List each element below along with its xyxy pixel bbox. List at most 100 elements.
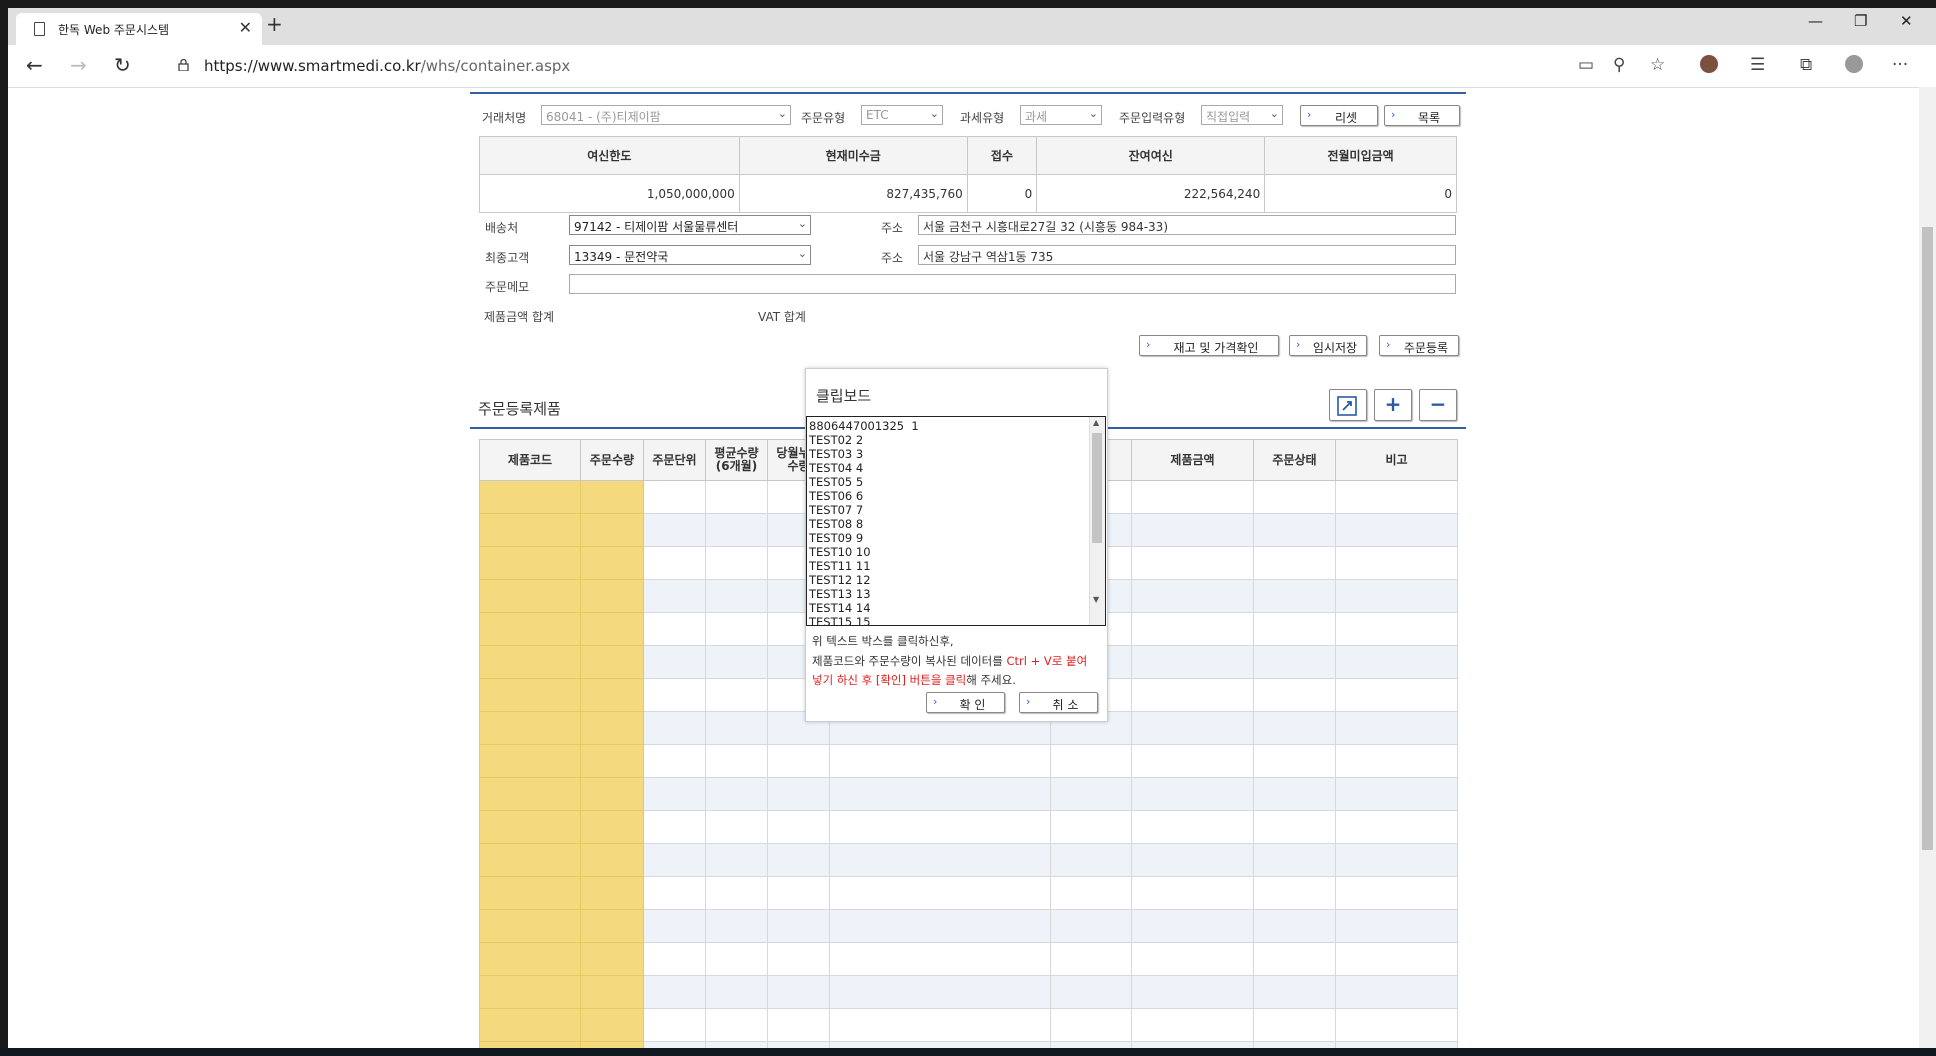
textarea-scrollbar[interactable]: ▲ ▼ bbox=[1089, 417, 1105, 625]
table-cell bbox=[643, 744, 706, 778]
favorite-star-icon[interactable]: ☆ bbox=[1650, 55, 1665, 75]
table-cell bbox=[1131, 645, 1254, 679]
table-cell[interactable] bbox=[580, 777, 644, 811]
table-cell[interactable] bbox=[580, 546, 644, 580]
key-icon[interactable]: ⚲ bbox=[1613, 55, 1625, 75]
table-cell[interactable] bbox=[580, 579, 644, 613]
table-cell[interactable] bbox=[479, 579, 581, 613]
table-cell[interactable] bbox=[479, 777, 581, 811]
table-cell[interactable] bbox=[479, 975, 581, 1009]
table-row[interactable] bbox=[479, 1008, 1458, 1042]
block-icon[interactable]: ▭ bbox=[1578, 55, 1594, 75]
cancel-button[interactable]: › 취 소 bbox=[1019, 692, 1098, 713]
table-cell bbox=[643, 612, 706, 646]
stock-price-button[interactable]: › 재고 및 가격확인 bbox=[1139, 335, 1279, 356]
table-cell bbox=[705, 876, 768, 910]
table-row[interactable] bbox=[479, 975, 1458, 1009]
collections-icon[interactable]: ⧉ bbox=[1800, 55, 1812, 75]
temp-save-button[interactable]: › 임시저장 bbox=[1289, 335, 1367, 356]
table-cell bbox=[705, 711, 768, 745]
memo-label: 주문메모 bbox=[485, 280, 530, 294]
chevron-down-icon: ⌄ bbox=[1088, 107, 1098, 120]
input-type-select[interactable]: 직접입력 ⌄ bbox=[1201, 105, 1283, 125]
reset-button[interactable]: › 리셋 bbox=[1300, 105, 1378, 126]
order-type-select[interactable]: ETC ⌄ bbox=[861, 105, 943, 125]
table-cell bbox=[1050, 843, 1132, 877]
table-row[interactable] bbox=[479, 777, 1458, 811]
table-cell[interactable] bbox=[479, 909, 581, 943]
table-cell[interactable] bbox=[580, 711, 644, 745]
table-row[interactable] bbox=[479, 876, 1458, 910]
clipboard-dialog: 클립보드 8806447001325 1 TEST02 2 TEST03 3 T… bbox=[805, 368, 1108, 722]
table-cell[interactable] bbox=[479, 1008, 581, 1042]
table-row[interactable] bbox=[479, 942, 1458, 976]
new-tab-icon[interactable]: + bbox=[266, 12, 283, 36]
table-cell bbox=[1050, 1008, 1132, 1042]
remove-row-button[interactable]: − bbox=[1419, 389, 1457, 421]
table-cell[interactable] bbox=[580, 744, 644, 778]
table-row[interactable] bbox=[479, 909, 1458, 943]
table-cell[interactable] bbox=[580, 678, 644, 712]
memo-field[interactable] bbox=[569, 274, 1456, 294]
table-cell[interactable] bbox=[580, 909, 644, 943]
final-customer-select[interactable]: 13349 - 문전약국 ⌄ bbox=[569, 245, 811, 265]
table-cell[interactable] bbox=[580, 975, 644, 1009]
table-cell[interactable] bbox=[479, 843, 581, 877]
browser-tab[interactable]: 한독 Web 주문시스템 ✕ bbox=[16, 13, 262, 45]
favorites-list-icon[interactable]: ☰ bbox=[1750, 55, 1765, 75]
table-cell[interactable] bbox=[479, 678, 581, 712]
ship-select[interactable]: 97142 - 티제이팜 서울물류센터 ⌄ bbox=[569, 215, 811, 235]
table-cell[interactable] bbox=[479, 744, 581, 778]
table-cell[interactable] bbox=[479, 645, 581, 679]
close-window-icon[interactable]: ✕ bbox=[1900, 12, 1913, 30]
page-scrollbar[interactable] bbox=[1919, 87, 1936, 1048]
restore-icon[interactable]: ❐ bbox=[1854, 12, 1867, 30]
order-register-button[interactable]: › 주문등록 bbox=[1379, 335, 1459, 356]
clipboard-textarea[interactable]: 8806447001325 1 TEST02 2 TEST03 3 TEST04… bbox=[806, 416, 1106, 626]
customer-select[interactable]: 68041 - (주)티제이팜 ⌄ bbox=[541, 105, 791, 125]
close-tab-icon[interactable]: ✕ bbox=[239, 18, 252, 37]
forward-icon[interactable]: → bbox=[70, 53, 87, 77]
table-cell[interactable] bbox=[479, 546, 581, 580]
table-cell[interactable] bbox=[479, 480, 581, 514]
minimize-icon[interactable]: — bbox=[1808, 12, 1823, 30]
table-cell[interactable] bbox=[479, 711, 581, 745]
scroll-up-icon[interactable]: ▲ bbox=[1093, 418, 1099, 427]
table-cell[interactable] bbox=[479, 876, 581, 910]
final-address-field[interactable]: 서울 강남구 역삼1동 735 bbox=[918, 245, 1456, 265]
table-cell[interactable] bbox=[479, 612, 581, 646]
add-row-button[interactable]: + bbox=[1374, 389, 1412, 421]
tax-type-select[interactable]: 과세 ⌄ bbox=[1020, 105, 1102, 125]
table-cell[interactable] bbox=[580, 513, 644, 547]
ship-address-field[interactable]: 서울 금천구 시흥대로27길 32 (시흥동 984-33) bbox=[918, 215, 1456, 235]
table-cell bbox=[767, 1008, 830, 1042]
table-cell[interactable] bbox=[580, 843, 644, 877]
table-cell[interactable] bbox=[580, 942, 644, 976]
confirm-button[interactable]: › 확 인 bbox=[926, 692, 1005, 713]
table-cell[interactable] bbox=[580, 612, 644, 646]
table-cell bbox=[1253, 744, 1336, 778]
table-cell[interactable] bbox=[479, 942, 581, 976]
more-menu-icon[interactable]: ··· bbox=[1892, 55, 1908, 75]
table-row[interactable] bbox=[479, 843, 1458, 877]
scroll-thumb[interactable] bbox=[1092, 433, 1102, 543]
url-field[interactable]: https://www.smartmedi.co.kr/whs/containe… bbox=[158, 51, 1698, 81]
table-cell[interactable] bbox=[580, 480, 644, 514]
list-button[interactable]: › 목록 bbox=[1384, 105, 1460, 126]
clipboard-paste-button[interactable] bbox=[1329, 389, 1367, 421]
scroll-down-icon[interactable]: ▼ bbox=[1093, 595, 1099, 604]
table-cell[interactable] bbox=[580, 876, 644, 910]
table-row[interactable] bbox=[479, 810, 1458, 844]
extension-icon[interactable] bbox=[1700, 55, 1718, 73]
page-scroll-thumb[interactable] bbox=[1922, 227, 1933, 850]
back-icon[interactable]: ← bbox=[26, 53, 43, 77]
table-cell[interactable] bbox=[479, 513, 581, 547]
table-row[interactable] bbox=[479, 744, 1458, 778]
table-cell[interactable] bbox=[580, 645, 644, 679]
profile-avatar[interactable] bbox=[1845, 55, 1863, 73]
table-cell[interactable] bbox=[580, 810, 644, 844]
table-cell[interactable] bbox=[580, 1008, 644, 1042]
refresh-icon[interactable]: ↻ bbox=[114, 53, 131, 77]
table-cell[interactable] bbox=[479, 810, 581, 844]
table-cell bbox=[829, 876, 1051, 910]
